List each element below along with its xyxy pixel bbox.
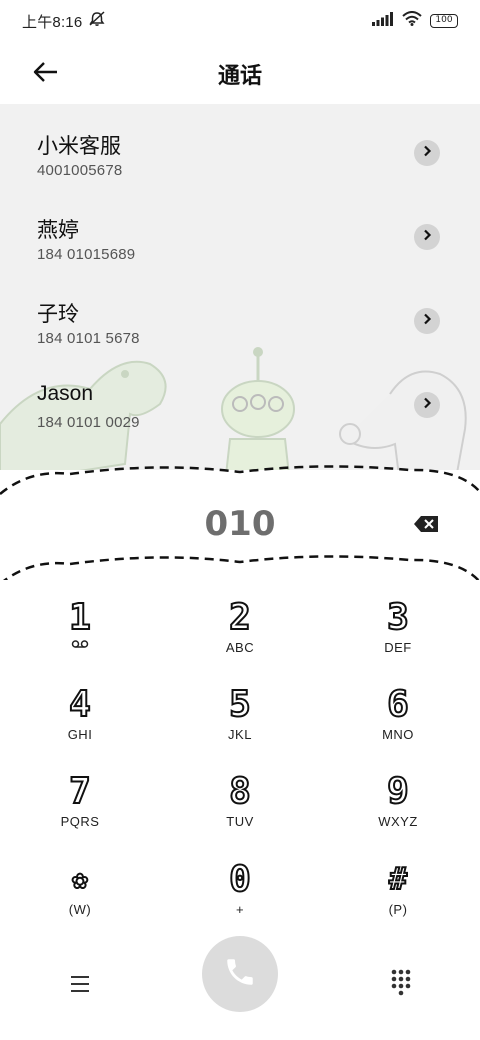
- key-letters: ABC: [225, 640, 255, 655]
- key-digit: 1: [68, 597, 92, 639]
- key-letters: JKL: [228, 727, 252, 742]
- key-9[interactable]: 9 WXYZ: [338, 771, 458, 852]
- key-digit: 5: [228, 684, 252, 726]
- key-letters: GHI: [67, 727, 93, 742]
- contact-detail-button[interactable]: [414, 308, 440, 334]
- key-digit: 3: [386, 597, 410, 639]
- key-8[interactable]: 8 TUV: [180, 771, 300, 852]
- contact-detail-button[interactable]: [414, 140, 440, 166]
- status-right: 100: [372, 11, 458, 31]
- status-time: 上午8:16: [22, 13, 83, 31]
- key-letters: DEF: [384, 640, 412, 655]
- contact-row[interactable]: 小米客服 4001005678: [0, 104, 480, 188]
- backspace-button[interactable]: [412, 514, 440, 534]
- key-1[interactable]: 1: [20, 597, 140, 678]
- phone-icon: [223, 955, 257, 994]
- wifi-icon: [402, 11, 422, 31]
- status-bar: 上午8:16 100: [0, 0, 480, 42]
- key-letters: +: [235, 902, 245, 917]
- status-left: 上午8:16: [22, 10, 106, 32]
- key-digit: ✿: [71, 864, 89, 896]
- key-digit: 9: [386, 771, 410, 813]
- key-digit: 4: [68, 684, 92, 726]
- dialpad-icon: [388, 969, 412, 1000]
- contact-number: 184 0101 5678: [37, 330, 140, 347]
- dial-display: 010: [0, 465, 480, 584]
- voicemail-icon: [20, 636, 140, 654]
- battery-icon: 100: [430, 14, 458, 28]
- key-6[interactable]: 6 MNO: [338, 684, 458, 765]
- key-digit: 7: [68, 771, 92, 813]
- key-letters: (W): [68, 902, 92, 917]
- key-letters: TUV: [226, 814, 254, 829]
- menu-button[interactable]: [64, 970, 96, 998]
- dialed-number[interactable]: 010: [0, 504, 480, 544]
- contact-row[interactable]: 燕婷 184 01015689: [0, 188, 480, 272]
- contact-number: 4001005678: [37, 162, 123, 179]
- key-digit: 2: [228, 597, 252, 639]
- header: 通话: [0, 42, 480, 104]
- key-0[interactable]: 0 +: [180, 859, 300, 940]
- contact-number: 184 0101 0029: [37, 414, 140, 431]
- key-7[interactable]: 7 PQRS: [20, 771, 140, 852]
- chevron-right-icon: [422, 144, 432, 162]
- key-4[interactable]: 4 GHI: [20, 684, 140, 765]
- contact-row[interactable]: Jason 184 0101 0029: [0, 356, 480, 440]
- chevron-right-icon: [422, 228, 432, 246]
- contact-name: 燕婷: [37, 219, 79, 242]
- call-button[interactable]: [202, 936, 278, 1012]
- keypad: 1 2 ABC 3 DEF 4 GHI 5 JKL 6 MNO 7 PQRS 8…: [0, 580, 480, 930]
- key-digit: #: [388, 861, 408, 898]
- contact-name: 子玲: [37, 303, 79, 326]
- signal-icon: [372, 11, 394, 31]
- contact-name: Jason: [37, 382, 94, 405]
- contact-detail-button[interactable]: [414, 392, 440, 418]
- key-letters: PQRS: [60, 814, 100, 829]
- dialpad-toggle-button[interactable]: [388, 968, 414, 1000]
- menu-icon: [64, 976, 90, 997]
- key-3[interactable]: 3 DEF: [338, 597, 458, 678]
- backspace-icon: [412, 516, 440, 538]
- contact-list[interactable]: 小米客服 4001005678 燕婷 184 01015689 子玲 184 0…: [0, 104, 480, 488]
- key-2[interactable]: 2 ABC: [180, 597, 300, 678]
- key-digit: 6: [386, 684, 410, 726]
- mute-bell-icon: [88, 10, 106, 32]
- contact-row[interactable]: 子玲 184 0101 5678: [0, 272, 480, 356]
- contact-number: 184 01015689: [37, 246, 136, 263]
- key-digit: 0: [228, 859, 252, 901]
- key-star[interactable]: ✿ (W): [20, 860, 140, 940]
- contact-detail-button[interactable]: [414, 224, 440, 250]
- chevron-right-icon: [422, 312, 432, 330]
- key-letters: WXYZ: [378, 814, 418, 829]
- key-5[interactable]: 5 JKL: [180, 684, 300, 765]
- contact-name: 小米客服: [37, 135, 121, 158]
- chevron-right-icon: [422, 396, 432, 414]
- key-digit: 8: [228, 771, 252, 813]
- key-pound[interactable]: # (P): [338, 860, 458, 940]
- key-letters: MNO: [382, 727, 414, 742]
- key-letters: (P): [388, 902, 408, 917]
- page-title: 通话: [217, 63, 262, 88]
- bottom-bar: [0, 930, 480, 1040]
